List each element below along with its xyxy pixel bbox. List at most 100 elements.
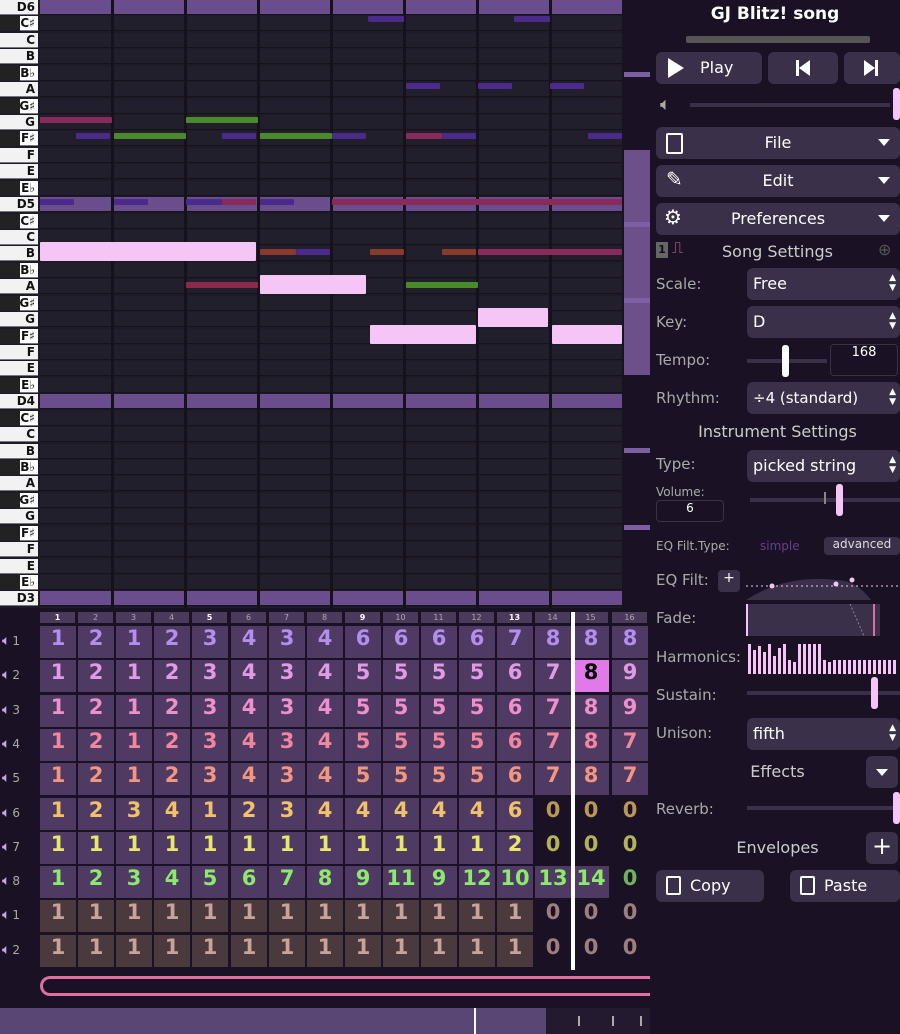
octave-scrollbar[interactable] xyxy=(624,0,650,608)
harmonic-bar[interactable] xyxy=(753,650,756,674)
piano-key[interactable]: C♯ xyxy=(0,411,38,426)
pattern-cell[interactable]: 1 xyxy=(116,900,152,932)
note[interactable] xyxy=(186,117,258,123)
pattern-cell[interactable]: 5 xyxy=(345,729,381,761)
pattern-cell[interactable]: 6 xyxy=(383,626,419,658)
pattern-cell[interactable]: 5 xyxy=(421,729,457,761)
pattern-cell[interactable]: 1 xyxy=(307,900,343,932)
pattern-cell[interactable]: 6 xyxy=(497,695,533,727)
volume-input[interactable]: 6 xyxy=(656,500,724,522)
pattern-cell[interactable]: 4 xyxy=(231,660,267,692)
pattern-cell[interactable]: 14 xyxy=(573,866,609,898)
note[interactable] xyxy=(186,282,258,288)
pattern-cell[interactable]: 10 xyxy=(497,866,533,898)
harmonic-bar[interactable] xyxy=(843,660,846,674)
channel-mute-button[interactable]: 🔈︎ 7 xyxy=(2,832,38,862)
pattern-cell[interactable]: 1 xyxy=(40,729,76,761)
bar-number[interactable]: 1 xyxy=(40,612,75,623)
pattern-cell[interactable]: 5 xyxy=(459,763,495,795)
harmonic-bar[interactable] xyxy=(828,662,831,674)
harmonic-bar[interactable] xyxy=(868,660,871,674)
note[interactable] xyxy=(478,83,512,89)
pattern-cell[interactable]: 4 xyxy=(154,866,190,898)
piano-key[interactable]: F♯ xyxy=(0,526,38,541)
pattern-cell[interactable]: 0 xyxy=(535,832,571,864)
piano-key[interactable]: C xyxy=(0,427,38,442)
pattern-cell[interactable]: 4 xyxy=(231,763,267,795)
note[interactable] xyxy=(370,249,404,255)
pattern-cell[interactable]: 1 xyxy=(269,832,305,864)
pattern-cell[interactable]: 8 xyxy=(573,729,609,761)
piano-key[interactable]: E xyxy=(0,164,38,179)
paste-button[interactable]: Paste xyxy=(790,870,900,902)
play-button[interactable]: Play xyxy=(656,52,762,84)
bar-number[interactable]: 10 xyxy=(383,612,418,623)
eq-advanced-button[interactable]: advanced xyxy=(824,537,900,555)
scale-select[interactable]: Free ▲ ▼ xyxy=(747,268,900,300)
bar-number[interactable]: 6 xyxy=(231,612,266,623)
pattern-cell[interactable]: 8 xyxy=(573,763,609,795)
pattern-cell[interactable]: 5 xyxy=(383,660,419,692)
note[interactable] xyxy=(368,16,404,22)
piano-key[interactable]: B♭ xyxy=(0,460,38,475)
pattern-cell[interactable]: 0 xyxy=(573,935,609,967)
bar-number[interactable]: 5 xyxy=(192,612,227,623)
pattern-cell[interactable]: 2 xyxy=(154,660,190,692)
pattern-cell[interactable]: 1 xyxy=(40,763,76,795)
note[interactable] xyxy=(296,249,330,255)
pattern-cell[interactable]: 1 xyxy=(307,832,343,864)
instrument-type-select[interactable]: picked string ▲ ▼ xyxy=(747,450,900,482)
pattern-cell[interactable]: 3 xyxy=(269,798,305,830)
piano-key[interactable]: C♯ xyxy=(0,214,38,229)
piano-key[interactable]: D6 xyxy=(0,0,38,15)
harmonic-bar[interactable] xyxy=(788,660,791,674)
pattern-cell[interactable]: 1 xyxy=(497,900,533,932)
pattern-cell[interactable]: 1 xyxy=(192,798,228,830)
pattern-cell[interactable]: 1 xyxy=(40,798,76,830)
pattern-cell[interactable]: 0 xyxy=(612,900,648,932)
harmonics-graph[interactable] xyxy=(748,640,900,676)
bar-number[interactable]: 14 xyxy=(535,612,570,623)
pattern-cell[interactable]: 2 xyxy=(78,866,114,898)
piano-key[interactable]: B xyxy=(0,444,38,459)
pattern-cell[interactable]: 4 xyxy=(307,763,343,795)
note[interactable] xyxy=(406,282,478,288)
pattern-cell[interactable]: 1 xyxy=(421,935,457,967)
song-scrollbar[interactable] xyxy=(0,1008,650,1034)
unison-select[interactable]: fifth ▲ ▼ xyxy=(747,718,900,750)
pattern-cell[interactable]: 2 xyxy=(154,626,190,658)
piano-key[interactable]: E♭ xyxy=(0,181,38,196)
pattern-cell[interactable]: 5 xyxy=(383,763,419,795)
pattern-cell[interactable]: 2 xyxy=(78,763,114,795)
pattern-cell[interactable]: 4 xyxy=(307,798,343,830)
pattern-cell[interactable]: 9 xyxy=(612,660,648,692)
pattern-cell[interactable]: 1 xyxy=(40,900,76,932)
harmonic-bar[interactable] xyxy=(878,660,881,674)
pattern-cell[interactable]: 0 xyxy=(573,798,609,830)
pattern-cell[interactable]: 3 xyxy=(269,626,305,658)
pattern-cell[interactable]: 2 xyxy=(78,729,114,761)
pattern-cell[interactable]: 5 xyxy=(345,695,381,727)
piano-key[interactable]: C♯ xyxy=(0,16,38,31)
pattern-cell[interactable]: 4 xyxy=(383,798,419,830)
pattern-cell[interactable]: 4 xyxy=(459,798,495,830)
pattern-cell[interactable]: 1 xyxy=(78,935,114,967)
bar-number[interactable]: 11 xyxy=(421,612,456,623)
piano-key[interactable]: E xyxy=(0,361,38,376)
reverb-track[interactable] xyxy=(747,806,900,810)
pattern-cell[interactable]: 4 xyxy=(231,626,267,658)
piano-key[interactable]: F xyxy=(0,542,38,557)
note[interactable] xyxy=(588,133,622,139)
pattern-cell[interactable]: 4 xyxy=(307,660,343,692)
pattern-cell[interactable]: 5 xyxy=(345,763,381,795)
pattern-cell[interactable]: 1 xyxy=(116,626,152,658)
eq-add-button[interactable]: + xyxy=(718,570,740,592)
pattern-cell[interactable]: 1 xyxy=(40,935,76,967)
bar-number[interactable]: 13 xyxy=(497,612,532,623)
pattern-cell[interactable]: 7 xyxy=(612,729,648,761)
pattern-cell[interactable]: 1 xyxy=(116,660,152,692)
harmonic-bar[interactable] xyxy=(833,660,836,674)
pattern-cell[interactable]: 5 xyxy=(459,729,495,761)
harmonic-bar[interactable] xyxy=(793,662,796,674)
bar-number[interactable]: 12 xyxy=(459,612,494,623)
